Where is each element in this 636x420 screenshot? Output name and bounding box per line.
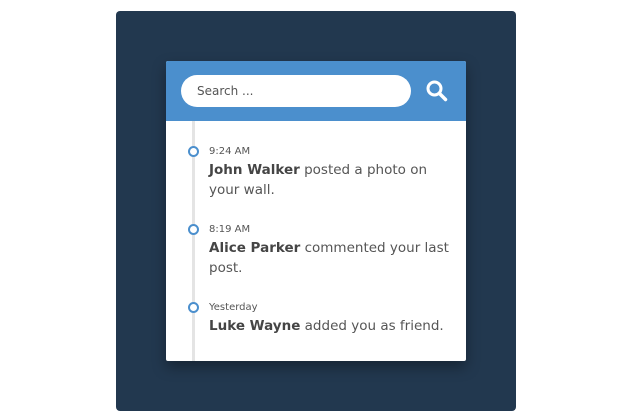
search-button[interactable] xyxy=(424,78,450,104)
timeline-line xyxy=(192,121,195,361)
timeline-dot-icon xyxy=(188,146,199,157)
feed-item-text: John Walker posted a photo on your wall. xyxy=(209,160,449,200)
feed-item-time: 8:19 AM xyxy=(209,224,251,235)
feed-item-action: added you as friend. xyxy=(304,318,444,334)
feed-item-text: Luke Wayne added you as friend. xyxy=(209,316,449,336)
feed-item-user[interactable]: Alice Parker xyxy=(209,240,300,256)
activity-card: 9:24 AM John Walker posted a photo on yo… xyxy=(166,61,466,361)
search-icon xyxy=(426,80,448,102)
feed-item-user[interactable]: Luke Wayne xyxy=(209,318,300,334)
feed-item-user[interactable]: John Walker xyxy=(209,162,300,178)
search-input[interactable] xyxy=(181,75,411,107)
feed-item-text: Alice Parker commented your last post. xyxy=(209,238,449,278)
feed-item-time: 9:24 AM xyxy=(209,146,251,157)
search-header xyxy=(166,61,466,121)
feed-item-time: Yesterday xyxy=(209,302,258,313)
timeline-dot-icon xyxy=(188,224,199,235)
timeline-dot-icon xyxy=(188,302,199,313)
